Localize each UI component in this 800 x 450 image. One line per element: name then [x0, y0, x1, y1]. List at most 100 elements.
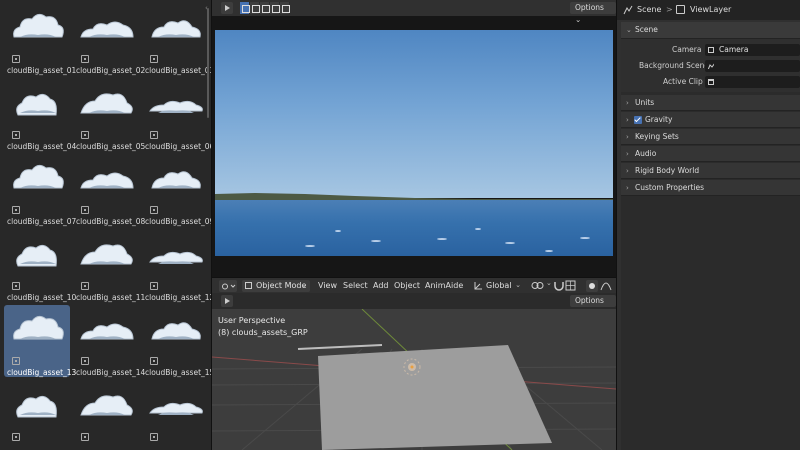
- falloff-curve-icon[interactable]: [600, 280, 612, 291]
- breadcrumb-scene[interactable]: Scene: [637, 5, 661, 14]
- chevron-down-icon[interactable]: ⌄: [546, 279, 552, 287]
- asset-tile[interactable]: cloudBig_asset_13: [4, 305, 76, 377]
- asset-label: cloudBig_asset_10: [7, 293, 77, 302]
- cloud-thumbnail: [80, 395, 133, 416]
- asset-tile[interactable]: cloudBig_asset_05: [73, 79, 145, 151]
- asset-tile[interactable]: [4, 381, 70, 450]
- camera-value: Camera: [719, 45, 749, 54]
- collapse-arrow-icon[interactable]: ‹: [205, 4, 208, 12]
- asset-label: cloudBig_asset_11: [76, 293, 146, 302]
- asset-type-icon: [12, 433, 20, 441]
- asset-label: cloudBig_asset_14: [76, 368, 146, 377]
- pivot-point-icon[interactable]: [530, 280, 546, 291]
- 3d-viewport[interactable]: User Perspective (8) clouds_assets_GRP: [212, 309, 616, 450]
- viewport-tool-header: Options ⌄: [212, 293, 616, 317]
- active-clip-label: Active Clip: [663, 77, 703, 86]
- menu-view[interactable]: View: [318, 280, 337, 291]
- orientation-label: Global: [486, 281, 512, 290]
- custom-properties-section-header[interactable]: › Custom Properties: [621, 180, 800, 196]
- asset-type-icon: [81, 357, 89, 365]
- cloud-thumbnail: [151, 20, 201, 38]
- breadcrumb-viewlayer[interactable]: ViewLayer: [690, 5, 731, 14]
- chevron-down-icon: ⌄: [626, 26, 632, 34]
- cloud-object-outline[interactable]: [297, 344, 383, 350]
- asset-type-icon: [150, 55, 158, 63]
- menu-object[interactable]: Object: [394, 280, 420, 291]
- rigid-body-world-section-header[interactable]: › Rigid Body World: [621, 163, 800, 179]
- snap-magnet-icon[interactable]: [553, 280, 565, 291]
- asset-tile[interactable]: [142, 381, 208, 450]
- camera-field[interactable]: Camera: [705, 44, 800, 56]
- proportional-edit-button[interactable]: [586, 280, 598, 292]
- transform-orientation-dropdown[interactable]: Global ⌄: [472, 280, 522, 292]
- asset-type-icon: [150, 433, 158, 441]
- select-mode-group[interactable]: [240, 2, 290, 14]
- asset-type-icon: [81, 131, 89, 139]
- keying-sets-section-header[interactable]: › Keying Sets: [621, 129, 800, 145]
- units-section-label: Units: [635, 98, 655, 107]
- active-clip-field[interactable]: [705, 76, 800, 88]
- cloud-thumbnail: [16, 395, 57, 418]
- editor-type-button[interactable]: [219, 280, 237, 292]
- background-scene-field[interactable]: [705, 60, 800, 72]
- snap-increment-icon[interactable]: [565, 280, 579, 291]
- menu-animaide[interactable]: AnimAide: [425, 280, 463, 291]
- audio-section-header[interactable]: › Audio: [621, 146, 800, 162]
- viewport-options-button[interactable]: Options ⌄: [570, 295, 616, 317]
- options-label: Options: [575, 296, 604, 305]
- asset-tile[interactable]: [73, 381, 139, 450]
- camera-render-frame[interactable]: [215, 30, 613, 256]
- asset-label: cloudBig_asset_05: [76, 142, 146, 151]
- select-subtract-icon[interactable]: [260, 2, 270, 14]
- scene-section-header[interactable]: ⌄ Scene: [621, 22, 800, 39]
- options-label: Options: [575, 3, 604, 12]
- menu-select[interactable]: Select: [343, 280, 368, 291]
- select-extend-icon[interactable]: [250, 2, 260, 14]
- viewport-header: Object Mode ⌄ View Select Add Object Ani…: [212, 278, 616, 293]
- asset-tile[interactable]: cloudBig_asset_03: [142, 3, 211, 75]
- asset-tile[interactable]: cloudBig_asset_06: [142, 79, 211, 151]
- cloud-thumbnail: [13, 13, 64, 38]
- asset-tile[interactable]: cloudBig_asset_09: [142, 154, 211, 226]
- asset-type-icon: [150, 206, 158, 214]
- object-mode-label: Object Mode: [256, 281, 307, 290]
- select-intersect-icon[interactable]: [280, 2, 290, 14]
- asset-tile[interactable]: cloudBig_asset_01: [4, 3, 76, 75]
- asset-tile[interactable]: cloudBig_asset_08: [73, 154, 145, 226]
- asset-tile[interactable]: cloudBig_asset_02: [73, 3, 145, 75]
- scene-icon: [623, 5, 633, 15]
- editor-type-icon[interactable]: [221, 295, 233, 307]
- gravity-section-label: Gravity: [645, 115, 673, 124]
- gravity-checkbox[interactable]: [634, 116, 642, 124]
- select-invert-icon[interactable]: [270, 2, 280, 14]
- chevron-right-icon: ›: [626, 116, 629, 124]
- ground-plane-mesh[interactable]: [318, 345, 552, 450]
- viewport-editor-icon: [222, 283, 236, 289]
- object-mode-dropdown[interactable]: Object Mode ⌄: [242, 280, 310, 292]
- scene-icon: [708, 63, 714, 69]
- editor-type-icon[interactable]: [221, 2, 233, 14]
- select-box-icon[interactable]: [240, 2, 250, 14]
- units-section-header[interactable]: › Units: [621, 95, 800, 111]
- asset-label: cloudBig_asset_09: [145, 217, 211, 226]
- asset-tile[interactable]: cloudBig_asset_11: [73, 230, 145, 302]
- asset-tile[interactable]: cloudBig_asset_10: [4, 230, 76, 302]
- asset-type-icon: [81, 282, 89, 290]
- camera-label: Camera: [672, 45, 702, 54]
- viewlayer-icon: [676, 5, 685, 14]
- menu-add[interactable]: Add: [373, 280, 389, 291]
- asset-tile[interactable]: cloudBig_asset_07: [4, 154, 76, 226]
- asset-scrollbar[interactable]: [207, 8, 209, 118]
- cloud-thumbnail: [80, 244, 133, 265]
- chevron-down-icon: ⌄: [515, 281, 521, 289]
- asset-tile[interactable]: cloudBig_asset_12: [142, 230, 211, 302]
- chevron-right-icon: ›: [626, 184, 629, 192]
- chevron-right-icon: ›: [626, 99, 629, 107]
- asset-label: cloudBig_asset_07: [7, 217, 77, 226]
- camera-options-button[interactable]: Options ⌄: [570, 2, 616, 24]
- asset-tile[interactable]: cloudBig_asset_15: [142, 305, 211, 377]
- asset-tile[interactable]: cloudBig_asset_14: [73, 305, 145, 377]
- gravity-section-header[interactable]: › Gravity: [621, 112, 800, 128]
- asset-tile[interactable]: cloudBig_asset_04: [4, 79, 76, 151]
- asset-type-icon: [81, 55, 89, 63]
